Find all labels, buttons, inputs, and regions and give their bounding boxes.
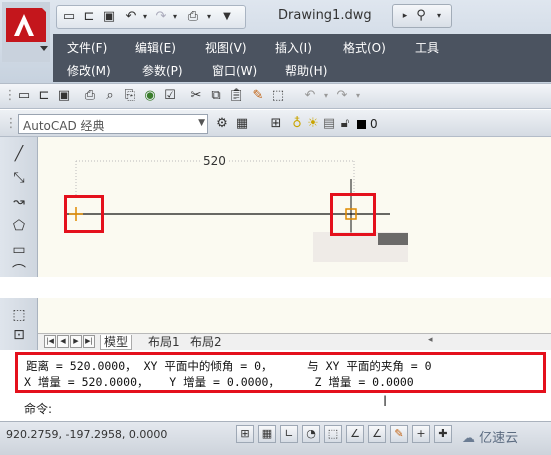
drawing-canvas[interactable]: 520 <box>38 137 551 277</box>
globe-icon[interactable]: ◉ <box>142 88 158 104</box>
plot-preview-icon[interactable]: ⌕ <box>102 88 118 104</box>
menu-bar: 文件(F) 编辑(E) 视图(V) 插入(I) 格式(O) 工具 修改(M) 参… <box>53 34 551 82</box>
toolbar-undo-dropdown-icon[interactable]: ▾ <box>318 88 334 104</box>
layer-viewport-icon[interactable]: ▤ <box>321 116 337 132</box>
watermark-text: 亿速云 <box>479 431 519 446</box>
open-file-icon[interactable]: ⊏ <box>36 88 52 104</box>
search-dropdown-icon[interactable]: ▾ <box>431 8 447 24</box>
dynamic-ucs-button[interactable]: ∠ <box>368 425 386 443</box>
quick-access-toolbar: ▭ ⊏ ▣ ↶ ▾ ↷ ▾ ⎙ ▾ ▼ <box>56 5 246 29</box>
modify-toolbar: ⬚ ⊡ <box>0 298 38 350</box>
ortho-mode-button[interactable]: ∟ <box>280 425 298 443</box>
menu-parametric[interactable]: 参数(P) <box>142 62 183 79</box>
redo-dropdown-icon[interactable]: ▾ <box>167 9 183 25</box>
new-icon[interactable]: ▭ <box>61 9 77 25</box>
menu-view[interactable]: 视图(V) <box>205 39 247 56</box>
chevron-down-icon: ▼ <box>198 118 205 128</box>
customize-dropdown-icon[interactable]: ▼ <box>219 9 235 25</box>
layer-freeze-sun-icon[interactable]: ☀ <box>305 116 321 132</box>
layer-name: 0 <box>370 117 378 131</box>
menu-format[interactable]: 格式(O) <box>343 39 386 56</box>
menu-window[interactable]: 窗口(W) <box>212 62 257 79</box>
drawing-svg <box>64 160 408 262</box>
ws-toolbar-grip-icon[interactable]: ⋮ <box>3 116 19 132</box>
toolbar-undo-icon[interactable]: ↶ <box>302 88 318 104</box>
info-center: ▸ ⚲ ▾ <box>392 4 452 28</box>
tab-layout1[interactable]: 布局1 <box>148 335 180 349</box>
snap-mode-button[interactable]: ⊞ <box>236 425 254 443</box>
tab-layout2[interactable]: 布局2 <box>190 335 222 349</box>
new-file-icon[interactable]: ▭ <box>16 88 32 104</box>
end-point-highlight <box>330 193 376 236</box>
cloud-logo-icon: ☁︎ <box>462 431 480 446</box>
draw-toolbar: ╱ ⤡ ↝ ⬠ ▭ ⌒ <box>0 137 38 280</box>
last-tab-icon[interactable]: ▶| <box>83 335 95 348</box>
layer-color-swatch <box>357 120 366 129</box>
layer-manager-icon[interactable]: ⊞ <box>268 116 284 132</box>
print-dropdown-icon[interactable]: ▾ <box>201 9 217 25</box>
match-properties-icon[interactable]: ✎ <box>250 88 266 104</box>
tooltip-ghost-dark <box>378 233 408 245</box>
sheet-set-icon[interactable]: ☑ <box>162 88 178 104</box>
rectangle-icon[interactable]: ▭ <box>10 241 28 259</box>
object-snap-button[interactable]: ⬚ <box>324 425 342 443</box>
menu-file[interactable]: 文件(F) <box>67 39 107 56</box>
toolbar-redo-icon[interactable]: ↷ <box>334 88 350 104</box>
tab-model[interactable]: 模型 <box>100 335 133 350</box>
workspace-select-value: AutoCAD 经典 <box>23 119 105 133</box>
undo-dropdown-icon[interactable]: ▾ <box>137 9 153 25</box>
paste-icon[interactable]: 📋︎ <box>228 88 245 104</box>
publish-icon[interactable]: ⎘ <box>122 88 138 104</box>
scroll-left-icon[interactable]: ◂ <box>428 335 433 345</box>
stretch-tool-icon[interactable]: ⬚ <box>10 306 28 324</box>
region-tool-icon[interactable]: ⊡ <box>10 326 28 344</box>
first-tab-icon[interactable]: |◀ <box>44 335 56 348</box>
layer-lock-icon[interactable]: 🔓︎ <box>337 116 353 132</box>
layout-tab-bar: |◀ ◀ ▶ ▶| 模型 布局1 布局2 ◂ <box>38 333 551 350</box>
text-cursor-icon: I <box>383 394 388 410</box>
cut-icon[interactable]: ✂ <box>188 88 204 104</box>
toolbar-lock-icon[interactable]: ▦ <box>234 116 250 132</box>
watermark: ☁︎ 亿速云 <box>462 427 518 446</box>
save-icon[interactable]: ▣ <box>101 9 117 25</box>
toolbar-redo-dropdown-icon[interactable]: ▾ <box>350 88 366 104</box>
dimension-text: 520 <box>200 154 229 168</box>
object-snap-tracking-button[interactable]: ∠ <box>346 425 364 443</box>
construction-line-icon[interactable]: ⤡ <box>10 169 28 187</box>
block-editor-icon[interactable]: ⬚ <box>270 88 286 104</box>
command-prompt[interactable]: 命令: <box>24 400 52 417</box>
lineweight-button[interactable]: + <box>412 425 430 443</box>
menu-insert[interactable]: 插入(I) <box>275 39 312 56</box>
menu-tools[interactable]: 工具 <box>415 39 439 56</box>
next-tab-icon[interactable]: ▶ <box>70 335 82 348</box>
command-output-highlight <box>15 352 546 393</box>
polar-tracking-button[interactable]: ◔ <box>302 425 320 443</box>
layer-on-bulb-icon[interactable]: ♁ <box>289 116 305 132</box>
quick-properties-button[interactable]: ✚ <box>434 425 452 443</box>
workspace-settings-icon[interactable]: ⚙ <box>214 116 230 132</box>
open-icon[interactable]: ⊏ <box>81 9 97 25</box>
menu-help[interactable]: 帮助(H) <box>285 62 327 79</box>
autocad-logo-icon[interactable] <box>2 2 50 62</box>
save-file-icon[interactable]: ▣ <box>56 88 72 104</box>
start-point-highlight <box>64 195 104 233</box>
prev-tab-icon[interactable]: ◀ <box>57 335 69 348</box>
polygon-icon[interactable]: ⬠ <box>10 217 28 235</box>
standard-toolbar: ⋮ ▭ ⊏ ▣ ⎙ ⌕ ⎘ ◉ ☑ ✂ ⧉ 📋︎ ✎ ⬚ ↶ ▾ ↷ ▾ <box>0 83 551 109</box>
binoculars-icon[interactable]: ⚲ <box>413 8 429 24</box>
print-icon[interactable]: ⎙ <box>185 9 201 25</box>
coordinate-readout: 920.2759, -197.2958, 0.0000 <box>6 428 168 441</box>
line-tool-icon[interactable]: ╱ <box>10 145 28 163</box>
menu-edit[interactable]: 编辑(E) <box>135 39 176 56</box>
workspace-select[interactable]: AutoCAD 经典 ▼ <box>18 114 208 134</box>
grid-display-button[interactable]: ▦ <box>258 425 276 443</box>
plot-icon[interactable]: ⎙ <box>82 88 98 104</box>
image-gap <box>0 277 551 298</box>
expand-arrow-icon[interactable]: ▸ <box>397 8 413 24</box>
document-title: Drawing1.dwg <box>278 8 372 23</box>
polyline-icon[interactable]: ↝ <box>10 193 28 211</box>
copy-icon[interactable]: ⧉ <box>208 88 224 104</box>
dynamic-input-button[interactable]: ✎ <box>390 425 408 443</box>
menu-modify[interactable]: 修改(M) <box>67 62 111 79</box>
